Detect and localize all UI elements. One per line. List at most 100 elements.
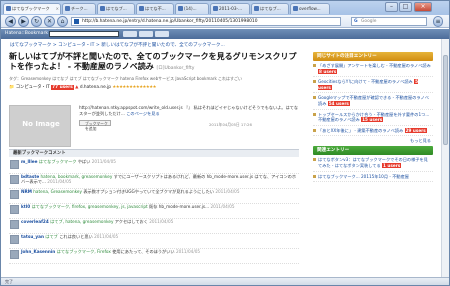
comment-user[interactable]: John_Kasennin — [21, 249, 55, 254]
stop-button[interactable]: ✕ — [44, 16, 55, 27]
comment-user[interactable]: tatsu_yan — [21, 234, 44, 239]
toolbar-button[interactable] — [139, 31, 153, 37]
favicon-icon — [313, 128, 316, 132]
favicon-icon — [254, 6, 259, 11]
status-bar: 完了 — [1, 277, 449, 285]
favicon-icon — [313, 174, 316, 178]
tab-label: はてな不... — [145, 6, 166, 11]
comment-text: やばい — [77, 159, 91, 164]
comment-tags[interactable]: hatena, Greasemonkey — [33, 189, 82, 194]
maximize-button[interactable]: □ — [399, 2, 412, 12]
hatena-toolbar: Hatena::Bookmark — [1, 29, 449, 39]
search-input[interactable]: G Google — [351, 17, 427, 26]
reload-button[interactable]: ↻ — [31, 16, 42, 27]
comment-text: 使用にあたって、そのほうがいい — [112, 249, 175, 254]
sidebar-entry[interactable]: 「めざす展開」アンケートを楽しむ - 不動産屋のラノベ読み 8 users — [313, 61, 433, 78]
comment-text: 表示数オプション付きUGGやっていて全ブクマが見れるようにしたい — [83, 189, 214, 194]
entry-site[interactable]: d.hatena.ne.jp — [80, 85, 111, 90]
tab-7[interactable]: はてなブ... — [251, 3, 289, 14]
avatar[interactable] — [10, 175, 19, 184]
avatar[interactable] — [10, 205, 19, 214]
comment-item: m_lllee はてなブックマーク やばい 2011/04/05 — [9, 159, 299, 174]
toolbar-button[interactable] — [123, 31, 137, 37]
avatar[interactable] — [10, 235, 19, 244]
comment-user[interactable]: ktl0 — [21, 204, 30, 209]
toolbar-button[interactable] — [155, 31, 169, 37]
entry-tags: タグ：Greasemonkey はてなブ はてブ はてなブックマーク haten… — [9, 76, 243, 81]
comment-tags[interactable]: はてなブックマーク, firefox, greasemonkey, js, ja… — [31, 204, 147, 209]
close-icon[interactable]: × — [56, 4, 59, 13]
address-bar[interactable]: http://b.hatena.ne.jp/entry/d.hatena.ne.… — [71, 17, 341, 26]
users-badge: 29 users — [404, 127, 427, 133]
sidebar-entry[interactable]: トップセールスからかけ合う - 不動産屋を外す要件の1つ... 不動産屋のラノベ… — [313, 110, 433, 126]
browser-window: はてなブックマーク × チーク... はてなブ... はてな不... (14)..… — [0, 0, 450, 286]
comment-tags[interactable]: はてなブックマーク — [39, 159, 77, 164]
tab-2[interactable]: チーク... — [62, 3, 96, 14]
sidebar-entry[interactable]: GeocitiesならY!に向けて - 不動産屋のラノベ読み 5 users — [313, 77, 433, 94]
avatar[interactable] — [10, 190, 19, 199]
comment-text: 既存 hb_mode-more.user.js... — [149, 204, 211, 209]
forward-button[interactable]: ▶ — [18, 16, 29, 27]
comment-item: tatsu_yan はてブ これは良いと思い 2011/04/05 — [9, 234, 299, 249]
favicon-icon — [313, 158, 316, 162]
entry-thumbnail[interactable]: No Image — [9, 105, 71, 147]
entry-title[interactable]: 新しいはてブが不評と聞いたので、全てのブックマークを見るグリモンスクリプトを作っ… — [9, 52, 299, 74]
comment-time: 2011/04/05 — [175, 249, 201, 254]
favicon-icon — [139, 6, 144, 11]
comment-user[interactable]: NRM — [21, 189, 32, 194]
comment-user[interactable]: coverleaf24 — [21, 219, 49, 224]
scrollbar-thumb[interactable] — [443, 55, 448, 145]
tab-6[interactable]: 2011-03-... — [210, 3, 250, 14]
tab-label: はてなブ... — [260, 6, 281, 11]
home-button[interactable]: ⌂ — [57, 16, 68, 27]
avatar[interactable] — [10, 220, 19, 229]
entry-excerpt: http://hatenan.ntky.appspot.com/write_ol… — [79, 105, 299, 116]
users-badge: 8 users — [318, 68, 338, 74]
comment-time: 2011/04/05 — [91, 159, 116, 164]
minimize-button[interactable]: – — [385, 2, 398, 12]
comment-text: アクセはしておく — [114, 219, 148, 224]
toolbar-brand: Hatena::Bookmark — [5, 31, 48, 36]
tab-1[interactable]: はてなブックマーク × — [3, 3, 61, 14]
tab-8[interactable]: overflow... — [290, 3, 330, 14]
breadcrumb[interactable]: はてなブックマーク > コンピュータ・IT > 新しいはてなブが不評と聞いたので… — [10, 42, 225, 48]
menu-button[interactable]: ≡ — [433, 16, 443, 27]
favicon-icon — [293, 6, 298, 11]
entry-info: 📁 コンピュータ・IT 77 users ▲ d.hatena.ne.jp ★★… — [9, 84, 299, 90]
comment-item: ktl0 はてなブックマーク, firefox, greasemonkey, j… — [9, 204, 299, 219]
sidebar-entry[interactable]: はてなブックマーク... 20115年10月 - 不動産屋 — [313, 172, 433, 183]
favicon-icon — [213, 6, 218, 11]
users-badge: 15 users — [361, 117, 384, 123]
users-badge[interactable]: 77 users — [51, 85, 74, 90]
folder-icon: 📁 — [9, 85, 15, 90]
tab-label: (14)... — [184, 6, 197, 11]
comment-tags[interactable]: はてブ, hatena, greasemonkey — [50, 219, 113, 224]
tab-5[interactable]: (14)... — [175, 3, 209, 14]
tab-4[interactable]: はてな不... — [136, 3, 174, 14]
toolbar-search-input[interactable] — [49, 31, 119, 37]
sidebar-entry[interactable]: 「あとXX年後に」 - 建築不動産のラノベ読み 29 users — [313, 126, 433, 137]
comment-item: NRM hatena, Greasemonkey 表示数オプション付きUGGやっ… — [9, 189, 299, 204]
comment-user[interactable]: m_lllee — [21, 159, 37, 164]
sidebar-entry[interactable]: はてなボタンv3：はてなブックマークでその日の様子を見てみた - はてなボタン実… — [313, 155, 433, 172]
avatar[interactable] — [10, 160, 19, 169]
tab-label: overflow... — [299, 6, 321, 11]
comment-item: bdtaste hatena, bookmark, greasemonkey す… — [9, 174, 299, 189]
tab-3[interactable]: はてなブ... — [97, 3, 135, 14]
page-viewport: はてなブックマーク > コンピュータ・IT > 新しいはてなブが不評と聞いたので… — [1, 39, 449, 277]
entry-category[interactable]: コンピュータ・IT — [16, 85, 50, 90]
back-button[interactable]: ◀ — [5, 16, 16, 27]
vertical-scrollbar[interactable] — [441, 39, 449, 277]
avatar[interactable] — [10, 250, 19, 259]
sidebar-entry[interactable]: Googleマップで不動産屋が確認できる - 不動産屋のラノベ読み 54 use… — [313, 93, 433, 110]
comments-header: 最新ブックマークコメント — [9, 149, 299, 157]
close-window-button[interactable]: × — [414, 2, 432, 12]
more-link[interactable]: もっと見る — [313, 136, 433, 146]
comment-tags[interactable]: はてブ — [45, 234, 58, 239]
add-bookmark-button[interactable]: ブックマークを追加 — [79, 120, 111, 131]
read-more-link[interactable]: このページを見る — [126, 111, 159, 116]
comment-time: 2011/04/05 — [47, 179, 72, 184]
favicon-icon — [313, 96, 316, 100]
comment-tags[interactable]: はてなブックマーク, Firefox — [57, 249, 111, 254]
tab-label: はてなブックマーク — [12, 6, 50, 11]
